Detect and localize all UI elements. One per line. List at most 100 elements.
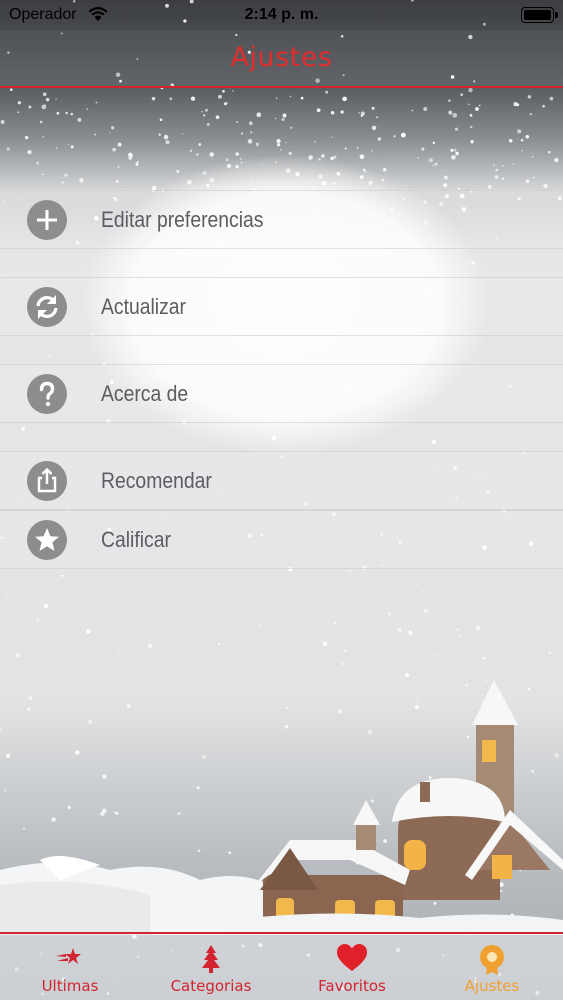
snowflake — [56, 111, 60, 115]
snowflake — [117, 166, 120, 168]
battery-icon — [521, 7, 558, 23]
snowflake — [261, 163, 263, 165]
share-icon — [27, 461, 67, 501]
question-icon — [27, 374, 67, 414]
snowflake — [39, 120, 43, 124]
snowflake — [94, 133, 97, 136]
snowflake — [364, 170, 367, 173]
snowflake — [313, 186, 316, 189]
snowflake — [130, 154, 133, 157]
snowflake — [423, 107, 428, 111]
snowflake — [256, 112, 262, 118]
settings-item-edit-preferences[interactable]: Editar preferencias — [0, 190, 563, 249]
snowflake — [455, 151, 459, 156]
snowflake — [368, 180, 373, 186]
snowflake — [493, 164, 495, 166]
snowflake — [331, 136, 333, 138]
snowflake — [371, 106, 375, 110]
settings-item-label: Actualizar — [101, 294, 187, 319]
snowflake — [86, 108, 89, 111]
snowflake — [235, 152, 240, 156]
snowflake — [343, 649, 347, 653]
snowflake — [190, 96, 196, 101]
snowflake — [475, 107, 479, 111]
snowflake — [196, 153, 199, 156]
snowflake — [204, 108, 208, 112]
tab-label: Categorias — [170, 977, 252, 995]
snowflake — [165, 140, 170, 145]
snowflake — [532, 176, 535, 179]
snowflake — [15, 653, 20, 658]
snowflake — [385, 269, 388, 272]
snowflake — [240, 161, 243, 164]
snowflake — [217, 95, 222, 99]
snowflake — [117, 142, 122, 147]
snowflake — [45, 97, 50, 102]
snowflake — [180, 265, 183, 268]
snowflake — [235, 165, 239, 169]
snowflake — [43, 603, 49, 609]
snowflake — [276, 143, 281, 147]
snowflake — [198, 143, 202, 146]
snowflake — [70, 145, 74, 149]
snowflake — [432, 164, 435, 166]
snowflake — [70, 112, 74, 116]
snowflake — [529, 112, 533, 116]
snowflake — [282, 113, 287, 118]
settings-item-refresh[interactable]: Actualizar — [0, 277, 563, 336]
snowflake — [443, 183, 448, 188]
tab-ajustes[interactable]: Ajustes — [422, 934, 562, 1000]
gear-icon — [477, 944, 507, 981]
snowflake — [483, 656, 486, 660]
snowflake — [286, 168, 291, 174]
snowflake — [318, 174, 323, 179]
snowflake — [64, 173, 68, 177]
snowflake — [65, 111, 68, 115]
snowflake — [417, 157, 419, 159]
snowflake — [276, 138, 281, 144]
snowflake — [448, 110, 453, 115]
settings-item-about[interactable]: Acerca de — [0, 364, 563, 423]
snowflake — [232, 89, 234, 92]
snowflake — [300, 96, 304, 100]
snowflake — [308, 155, 313, 160]
snowflake — [206, 183, 210, 188]
snowflake — [542, 104, 545, 108]
snowflake — [189, 149, 193, 153]
snowflake — [454, 127, 459, 131]
snowflake — [225, 158, 229, 162]
snowflake — [77, 117, 82, 122]
snowflake — [517, 129, 522, 134]
snowflake — [478, 104, 481, 107]
snowflake — [61, 181, 64, 184]
settings-item-rate[interactable]: Calificar — [0, 510, 563, 569]
snowflake — [494, 175, 499, 180]
tab-favoritos[interactable]: Favoritos — [282, 934, 422, 1000]
snowflake — [20, 426, 26, 432]
snowflake — [411, 109, 414, 112]
snowflake — [259, 625, 262, 627]
snowflake — [325, 90, 329, 94]
snowflake — [28, 105, 32, 109]
snowflake — [6, 147, 10, 151]
snowflake — [147, 643, 153, 649]
snowflake — [241, 132, 244, 135]
status-bar: Operador 2:14 p. m. — [0, 0, 563, 30]
snowflake — [349, 570, 352, 572]
snowflake — [460, 93, 464, 96]
snowflake — [458, 634, 461, 637]
snowflake — [359, 175, 364, 179]
snowflake — [433, 653, 436, 656]
snowflake — [376, 116, 378, 119]
tab-ultimas[interactable]: Ultimas — [0, 934, 140, 1000]
snowflake — [56, 147, 58, 149]
snowflake — [475, 625, 481, 631]
snowflake — [285, 141, 287, 144]
settings-item-recommend[interactable]: Recomendar — [0, 451, 563, 510]
snowflake — [136, 160, 139, 164]
snowflake — [49, 355, 52, 358]
tab-categorias[interactable]: Categorias — [141, 934, 281, 1000]
snowflake — [201, 111, 203, 113]
shooting-star-icon — [53, 944, 87, 975]
snowflake — [470, 125, 473, 129]
